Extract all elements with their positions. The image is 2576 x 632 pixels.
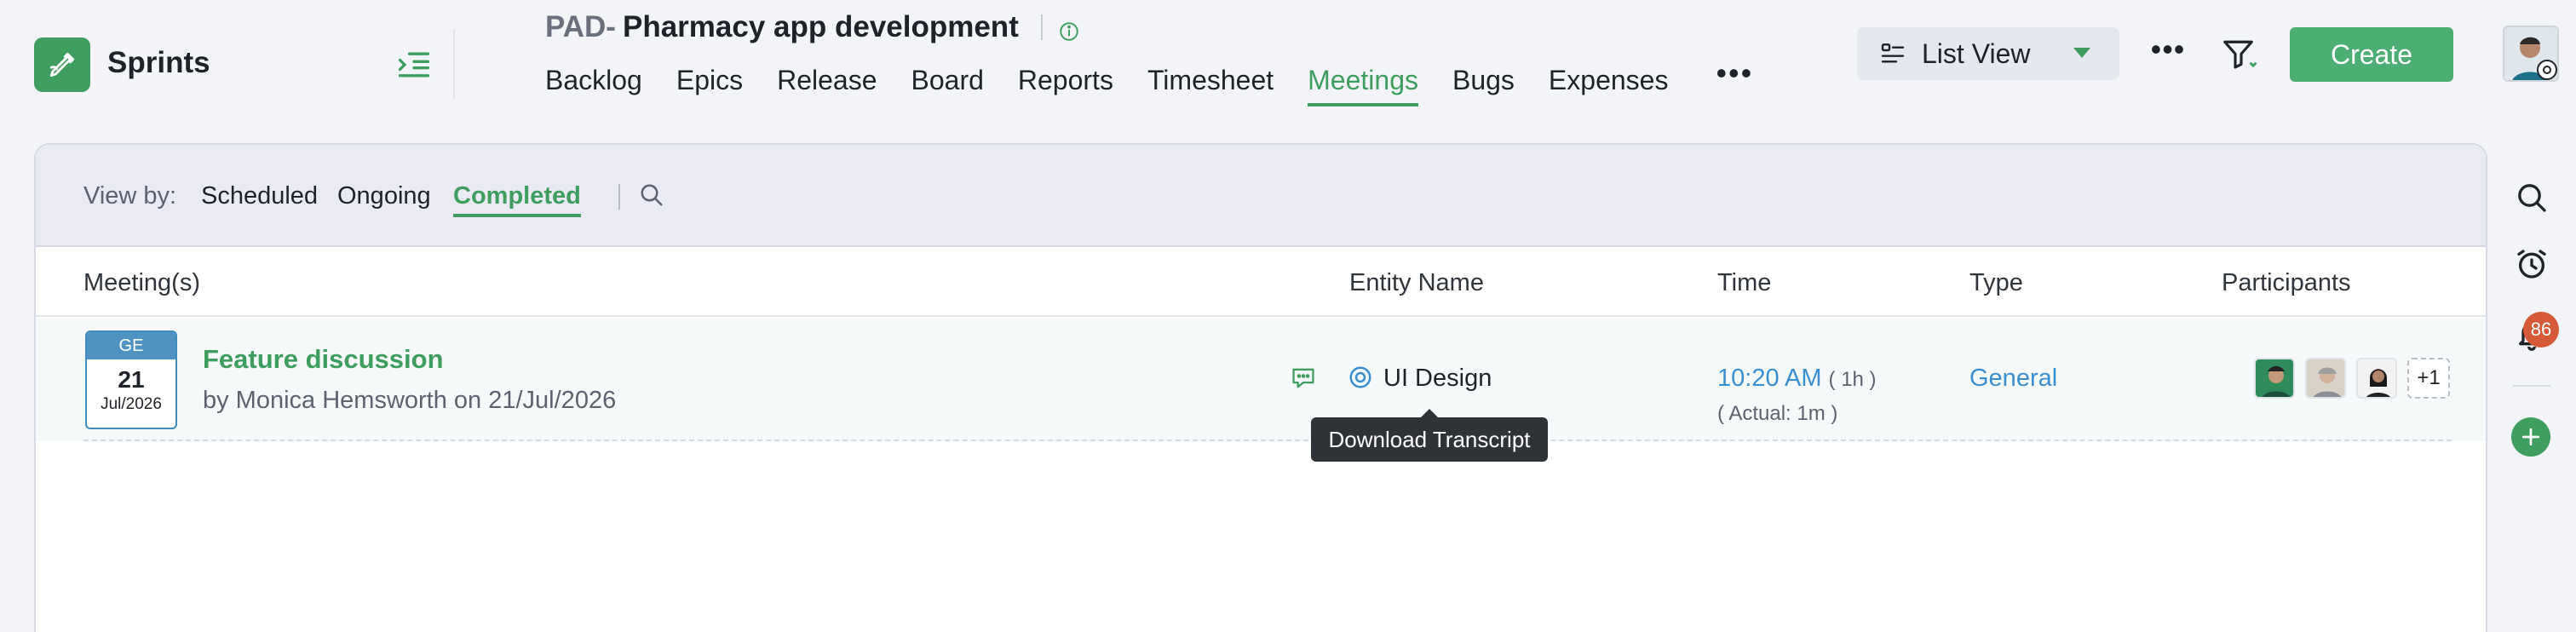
title-separator (1040, 14, 1043, 40)
tab-board[interactable]: Board (911, 65, 984, 103)
meeting-actual-duration: ( Actual: 1m ) (1717, 402, 1838, 425)
participant-avatar[interactable] (2356, 358, 2397, 399)
pen-icon (49, 52, 75, 78)
header-meetings: Meeting(s) (83, 269, 200, 296)
filter-button[interactable] (2222, 37, 2261, 73)
tab-meetings[interactable]: Meetings (1308, 65, 1418, 106)
view-by-scheduled[interactable]: Scheduled (201, 182, 318, 210)
quick-add-button[interactable] (2511, 417, 2550, 457)
view-by-completed[interactable]: Completed (453, 182, 581, 217)
app-name: Sprints (107, 46, 210, 79)
app-logo[interactable] (34, 37, 90, 92)
table-header: Meeting(s) Entity Name Time Type Partici… (36, 249, 2486, 317)
timer-button[interactable] (2515, 247, 2549, 281)
search-icon (2518, 184, 2546, 212)
meetings-panel: View by: Scheduled Ongoing Completed Mee… (34, 143, 2487, 632)
view-select[interactable]: List View (1857, 27, 2119, 80)
header-time: Time (1717, 269, 1772, 296)
chat-transcript-icon (1292, 368, 1314, 388)
view-by-ongoing[interactable]: Ongoing (337, 182, 431, 210)
view-by-label: View by: (83, 182, 177, 210)
meeting-time: 10:20 AM ( 1h ) (1717, 365, 1877, 393)
notification-count-badge: 86 (2523, 312, 2559, 348)
project-title: PAD- Pharmacy app development (545, 10, 1080, 44)
tab-reports[interactable]: Reports (1018, 65, 1113, 103)
more-options-button[interactable]: ••• (2147, 32, 2189, 75)
tab-timesheet[interactable]: Timesheet (1147, 65, 1274, 103)
participant-avatar[interactable] (2305, 358, 2346, 399)
entity-name-link[interactable]: UI Design (1383, 365, 1492, 393)
download-transcript-tooltip: Download Transcript (1311, 409, 1548, 462)
header-participants: Participants (2222, 269, 2351, 296)
date-badge-day: 21 (118, 366, 145, 393)
view-select-label: List View (1922, 37, 2031, 69)
download-transcript-button[interactable] (1290, 366, 1317, 390)
view-by-bar: View by: Scheduled Ongoing Completed (36, 145, 2486, 247)
plus-icon (2521, 428, 2540, 446)
project-name: Pharmacy app development (622, 10, 1019, 43)
entity-target-icon (1348, 365, 1373, 390)
nav-more-button[interactable]: ••• (1716, 58, 1753, 89)
timer-icon (2517, 250, 2546, 279)
date-badge: GE 21 Jul/2026 (85, 330, 177, 429)
info-icon[interactable] (1058, 16, 1080, 41)
project-code: PAD- (545, 10, 616, 43)
meeting-duration: ( 1h ) (1828, 368, 1877, 391)
chevron-down-icon (2073, 48, 2090, 58)
rail-divider (2513, 385, 2550, 387)
participant-avatar[interactable] (2254, 358, 2295, 399)
search-button[interactable] (639, 182, 666, 210)
main-nav: Backlog Epics Release Board Reports Time… (545, 58, 1753, 107)
tab-epics[interactable]: Epics (676, 65, 743, 103)
header-entity-name: Entity Name (1349, 269, 1484, 296)
header-divider (453, 29, 455, 99)
collapse-menu-icon (398, 52, 430, 78)
header-type: Type (1969, 269, 2023, 296)
tab-release[interactable]: Release (777, 65, 877, 103)
date-badge-type: GE (87, 332, 175, 359)
meeting-title-link[interactable]: Feature discussion (203, 344, 444, 375)
view-by-separator (618, 184, 620, 210)
list-view-icon (1881, 43, 1905, 63)
create-button[interactable]: Create (2290, 27, 2453, 82)
global-search-button[interactable] (2515, 181, 2549, 215)
row-divider (83, 440, 2452, 441)
table-row[interactable]: GE 21 Jul/2026 Feature discussion by Mon… (36, 319, 2486, 441)
meeting-time-value: 10:20 AM (1717, 365, 1822, 392)
tab-backlog[interactable]: Backlog (545, 65, 642, 103)
meeting-subtitle: by Monica Hemsworth on 21/Jul/2026 (203, 387, 617, 414)
filter-icon (2223, 40, 2257, 69)
search-icon (641, 184, 663, 206)
participants-more-button[interactable]: +1 (2407, 358, 2450, 399)
collapse-menu-button[interactable] (395, 46, 433, 83)
tab-bugs[interactable]: Bugs (1452, 65, 1515, 103)
meeting-type: General (1969, 365, 2058, 392)
user-avatar[interactable] (2503, 26, 2559, 82)
date-badge-month: Jul/2026 (101, 395, 162, 413)
tab-expenses[interactable]: Expenses (1549, 65, 1669, 103)
